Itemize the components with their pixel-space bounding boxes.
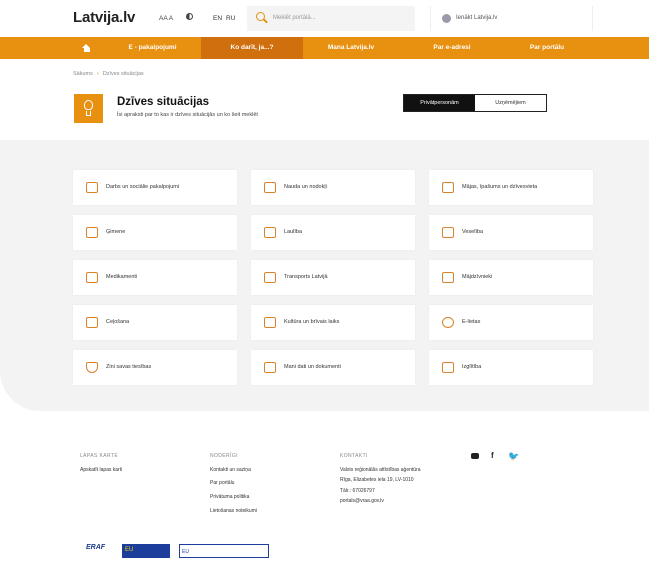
toggle-businesses[interactable]: Uzņēmējiem (475, 95, 546, 111)
login-label: Ienākt Latvija.lv (456, 15, 498, 21)
breadcrumb: Sākums › Dzīves situācijas (73, 71, 144, 77)
card-health[interactable]: Veselība (429, 215, 593, 250)
footer-contacts-title: KONTAKTI (340, 453, 368, 459)
toggle-private-persons[interactable]: Privātpersonām (404, 95, 475, 111)
main-nav: E - pakalpojumi Ko darīt, ja...? Mana La… (0, 37, 649, 59)
lang-en-link[interactable]: EN (213, 15, 222, 22)
facebook-icon[interactable]: f (491, 451, 494, 460)
card-travel[interactable]: Ceļošana (73, 305, 237, 340)
footer-link-about[interactable]: Par portālu (210, 480, 234, 486)
briefcase-icon (86, 182, 98, 193)
rings-icon (264, 227, 276, 238)
plane-icon (86, 317, 98, 328)
card-pets[interactable]: Mājdzīvnieki (429, 260, 593, 295)
search-input[interactable]: Meklēt portālā... (247, 6, 415, 31)
medical-kit-icon (442, 227, 454, 238)
home-icon[interactable] (82, 44, 91, 52)
nav-item-what-to-do[interactable]: Ko darīt, ja...? (201, 37, 303, 59)
card-label: Mājdzīvnieki (462, 274, 493, 280)
card-label: Kultūra un brīvais laiks (284, 319, 340, 325)
card-education[interactable]: Izglītība (429, 350, 593, 385)
logo-text: Latvija.lv (73, 9, 136, 26)
card-know-your-rights[interactable]: Zini savas tiesības (73, 350, 237, 385)
lang-ru-link[interactable]: RU (226, 15, 235, 22)
nav-item-my-latvija[interactable]: Mana Latvija.lv (303, 37, 399, 59)
footer-contact-address: Rīga, Elizabetes iela 19, LV-1010 (340, 477, 414, 483)
masks-icon (264, 317, 276, 328)
eraf-logo: ERAF (86, 544, 106, 551)
chevron-right-icon: › (96, 71, 99, 77)
card-label: E-lietas (462, 319, 481, 325)
lightbulb-icon (74, 94, 103, 123)
card-e-services[interactable]: E-lietas (429, 305, 593, 340)
footer-sitemap-link[interactable]: Apskatīt lapas karti (80, 467, 122, 473)
logo[interactable]: Latvija.lv (73, 9, 135, 26)
search-placeholder: Meklēt portālā... (273, 15, 316, 21)
card-label: Medikamenti (106, 274, 138, 280)
page-subtitle: Īsi apraksti par to kas ir dzīves situāc… (117, 112, 258, 118)
top-header: Latvija.lv AA A EN RU Meklēt portālā... … (0, 0, 649, 37)
card-my-data-documents[interactable]: Mani dati un dokumenti (251, 350, 415, 385)
contrast-icon[interactable] (186, 13, 193, 20)
breadcrumb-home[interactable]: Sākums (73, 71, 93, 77)
graduation-cap-icon (442, 362, 454, 373)
nav-item-about[interactable]: Par portālu (505, 37, 589, 59)
card-label: Ģimene (106, 229, 126, 235)
card-label: Mājas, īpašums un dzīvesvieta (462, 184, 538, 190)
at-icon (442, 317, 454, 328)
login-button[interactable]: Ienākt Latvija.lv (430, 6, 593, 31)
house-icon (442, 182, 454, 193)
page-title: Dzīves situācijas (117, 96, 210, 108)
youtube-icon[interactable] (471, 453, 479, 459)
nav-item-e-address[interactable]: Par e-adresi (399, 37, 505, 59)
footer-contact-org: Valsts reģionālās attīstības aģentūra (340, 467, 421, 473)
footer-sitemap-title: LAPAS KARTE (80, 453, 119, 459)
card-label: Transports Latvijā (284, 274, 328, 280)
footer-link-privacy[interactable]: Privātuma politika (210, 494, 249, 500)
family-icon (86, 227, 98, 238)
user-icon (442, 14, 451, 23)
card-medicines[interactable]: Medikamenti (73, 260, 237, 295)
breadcrumb-current: Dzīves situācijas (102, 71, 144, 77)
card-label: Laulība (284, 229, 303, 235)
card-money-taxes[interactable]: Nauda un nodokļi (251, 170, 415, 205)
card-work-social[interactable]: Darbs un sociālie pakalpojumi (73, 170, 237, 205)
shield-icon (86, 362, 98, 373)
card-label: Darbs un sociālie pakalpojumi (106, 184, 180, 190)
footer-useful-title: NODERĪGI (210, 453, 238, 459)
pills-icon (86, 272, 98, 283)
eu-investment-logo: EU (179, 544, 269, 558)
card-home-property[interactable]: Mājas, īpašums un dzīvesvieta (429, 170, 593, 205)
twitter-icon[interactable]: 🐦 (508, 451, 519, 462)
search-icon (256, 12, 265, 21)
footer-contact-email[interactable]: portals@vraa.gov.lv (340, 498, 384, 504)
paw-icon (442, 272, 454, 283)
card-label: Ceļošana (106, 319, 130, 325)
card-label: Mani dati un dokumenti (284, 364, 341, 370)
card-label: Veselība (462, 229, 484, 235)
card-label: Izglītība (462, 364, 482, 370)
nav-item-e-services[interactable]: E - pakalpojumi (104, 37, 201, 59)
footer-link-terms[interactable]: Lietošanas noteikumi (210, 508, 257, 514)
footer-link-contacts[interactable]: Kontakti un saziņa (210, 467, 251, 473)
font-size-control[interactable]: AA A (159, 15, 173, 22)
card-family[interactable]: Ģimene (73, 215, 237, 250)
card-culture-leisure[interactable]: Kultūra un brīvais laiks (251, 305, 415, 340)
card-label: Zini savas tiesības (106, 364, 152, 370)
eu-funds-logo: EU (122, 544, 170, 558)
document-icon (264, 362, 276, 373)
car-icon (264, 272, 276, 283)
card-label: Nauda un nodokļi (284, 184, 327, 190)
footer-contact-phone: Tālr.: 67026797 (340, 488, 375, 494)
audience-toggle: Privātpersonām Uzņēmējiem (403, 94, 547, 112)
coins-icon (264, 182, 276, 193)
card-transport[interactable]: Transports Latvijā (251, 260, 415, 295)
card-marriage[interactable]: Laulība (251, 215, 415, 250)
